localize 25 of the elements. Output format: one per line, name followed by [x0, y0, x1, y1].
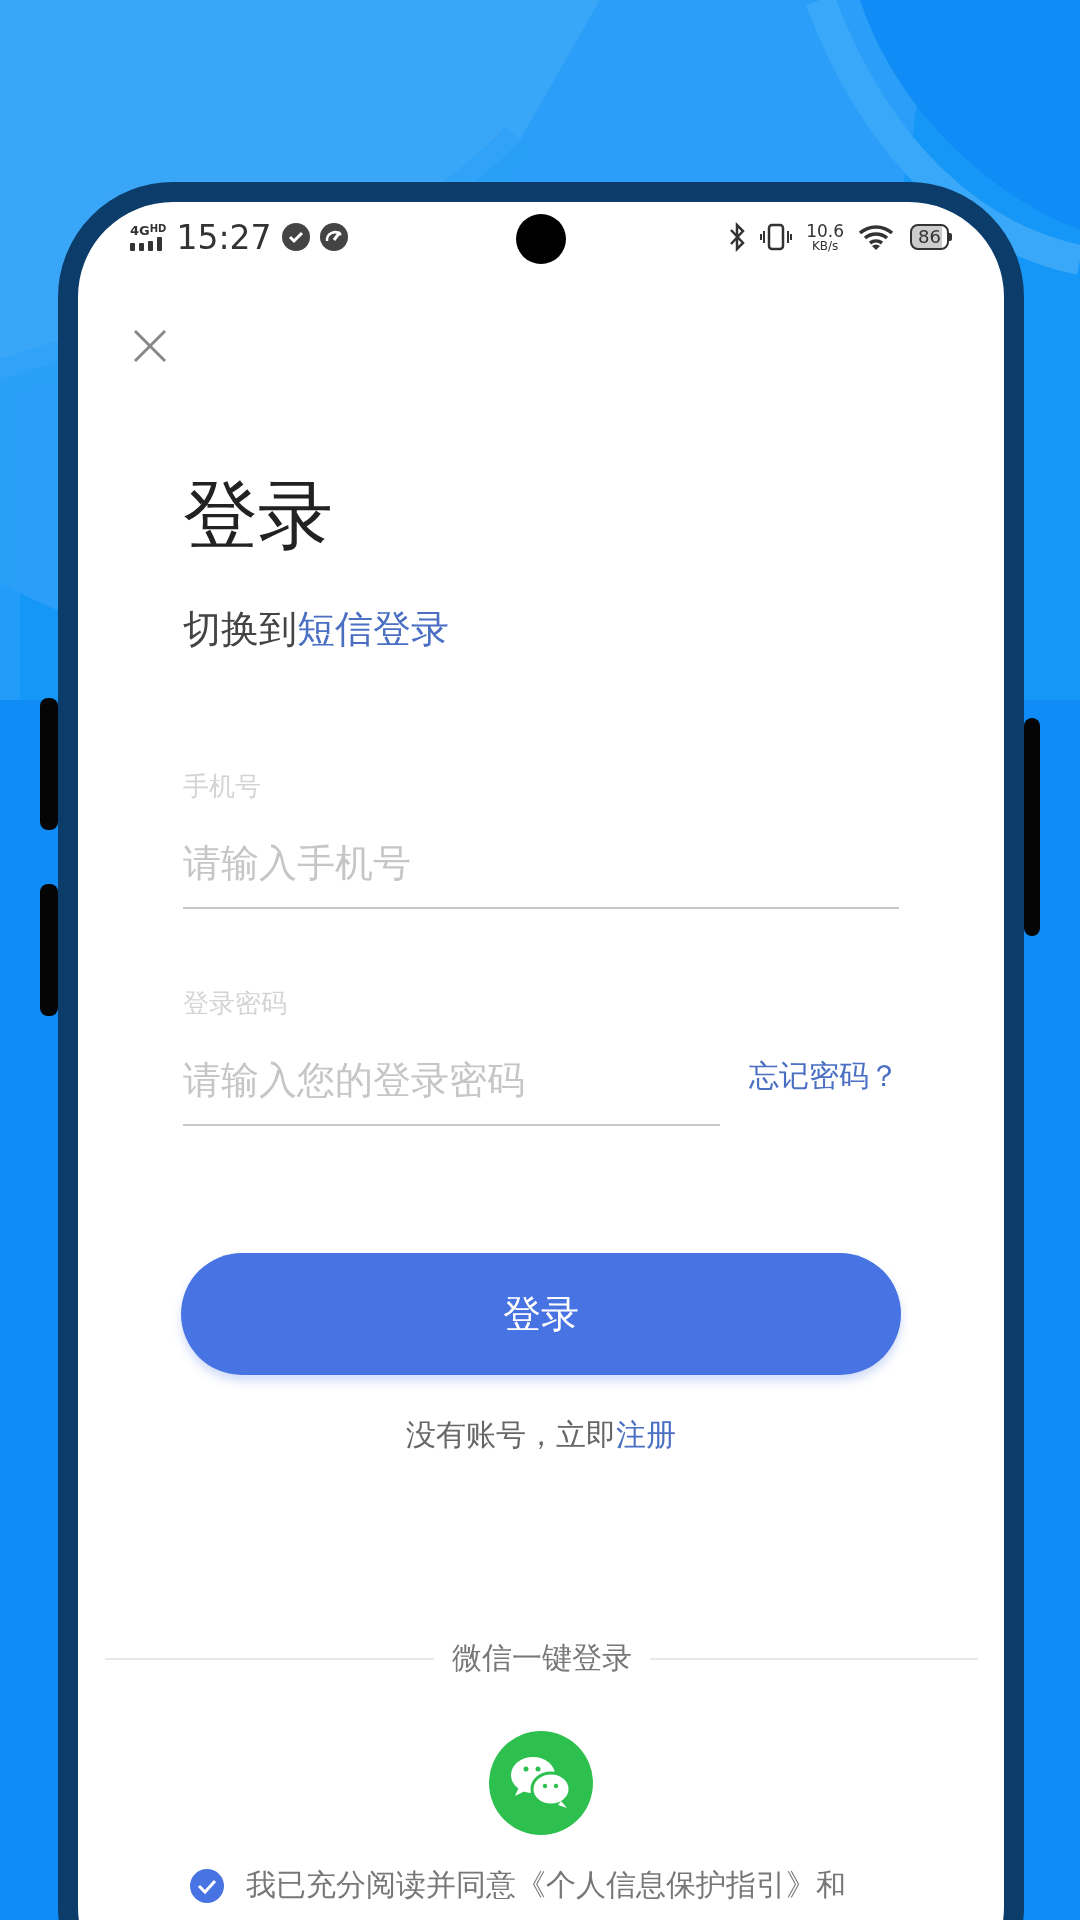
phone-field[interactable]: 请输入手机号 — [183, 819, 899, 909]
camera-hole — [516, 214, 566, 264]
switch-login-text: 切换到短信登录 — [183, 610, 450, 648]
agreement-text: 我已充分阅读并同意《个人信息保护指引》和 — [246, 1866, 846, 1904]
clock-time: 15:27 — [176, 217, 272, 257]
close-icon[interactable] — [133, 329, 167, 363]
register-prompt: 没有账号，立即注册 — [406, 1420, 676, 1450]
check-circle-icon — [281, 223, 310, 251]
forgot-password-link[interactable]: 忘记密码？ — [749, 1055, 899, 1097]
gauge-icon — [319, 223, 348, 251]
sms-login-link[interactable]: 短信登录 — [297, 607, 449, 651]
checkbox[interactable] — [190, 1868, 224, 1903]
register-link[interactable]: 注册 — [616, 1417, 676, 1452]
wechat-icon[interactable] — [489, 1731, 593, 1835]
network-type: 4G$^{HD}$ — [130, 223, 167, 237]
login-button[interactable]: 登录 — [181, 1253, 901, 1375]
speed-value: 10.6 — [806, 222, 845, 240]
wechat-login-label: 微信一键登录 — [451, 1639, 632, 1677]
password-field[interactable]: 请输入您的登录密码 — [183, 1036, 720, 1126]
page-title: 登录 — [183, 478, 334, 553]
bluetooth-icon — [728, 222, 747, 252]
battery-indicator: 86 — [910, 224, 952, 250]
vibrate-icon — [760, 223, 793, 251]
privacy-guide-link[interactable]: 《个人信息保护指引》 — [516, 1867, 816, 1902]
speed-unit: KB/s — [811, 239, 839, 252]
